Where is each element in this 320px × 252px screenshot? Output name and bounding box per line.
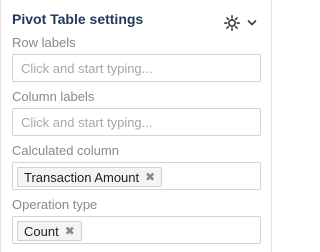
pivot-table-settings-panel: Pivot Table settings Row labels Click an… — [0, 0, 272, 252]
row-labels-label: Row labels — [12, 35, 76, 50]
panel-title: Pivot Table settings — [12, 11, 144, 27]
calculated-column-field[interactable]: Transaction Amount ✖ — [12, 162, 261, 190]
column-labels-input[interactable] — [13, 109, 260, 135]
panel-header: Pivot Table settings — [12, 11, 261, 33]
settings-menu-button[interactable] — [223, 14, 259, 32]
chip-label: Count — [24, 223, 59, 239]
remove-chip-icon[interactable]: ✖ — [65, 225, 75, 237]
operation-type-label: Operation type — [12, 197, 98, 212]
gear-icon — [224, 15, 240, 31]
calculated-column-chip: Transaction Amount ✖ — [17, 167, 163, 187]
operation-type-chip: Count ✖ — [17, 221, 82, 241]
chip-label: Transaction Amount — [24, 169, 140, 185]
operation-type-field[interactable]: Count ✖ — [12, 216, 261, 244]
row-labels-field[interactable] — [12, 54, 261, 82]
chevron-down-icon — [247, 20, 257, 26]
row-labels-input[interactable] — [13, 55, 260, 81]
column-labels-field[interactable] — [12, 108, 261, 136]
column-labels-label: Column labels — [12, 89, 95, 104]
calculated-column-label: Calculated column — [12, 143, 119, 158]
remove-chip-icon[interactable]: ✖ — [145, 171, 155, 183]
